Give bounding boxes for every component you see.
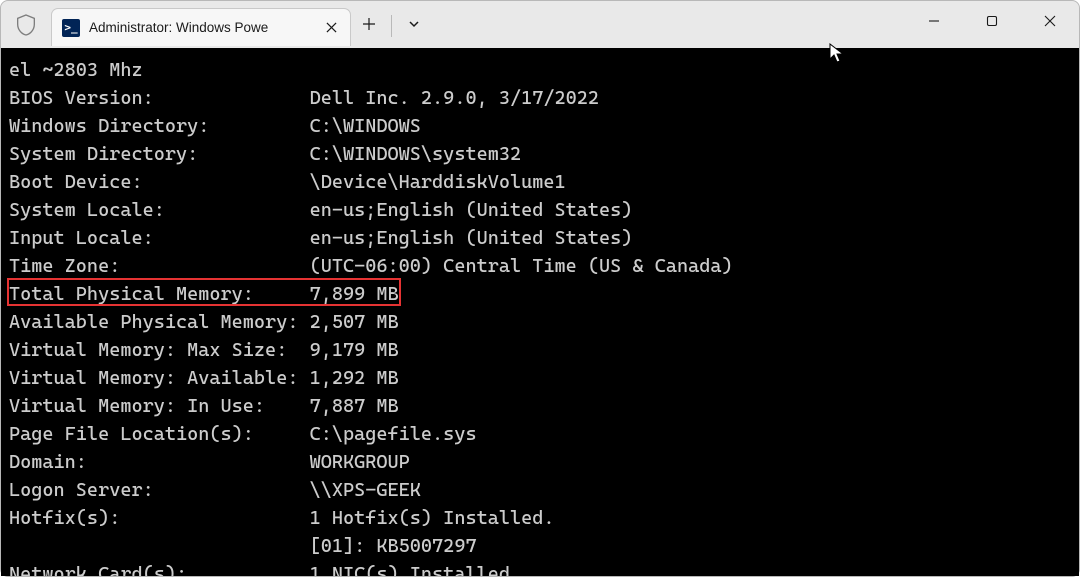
terminal-line: [01]: KB5007297: [9, 532, 1079, 560]
new-tab-button[interactable]: [351, 4, 387, 44]
terminal-line: System Directory: C:\WINDOWS\system32: [9, 140, 1079, 168]
terminal-line: System Locale: en-us;English (United Sta…: [9, 196, 1079, 224]
terminal-line: Available Physical Memory: 2,507 MB: [9, 308, 1079, 336]
terminal-line: BIOS Version: Dell Inc. 2.9.0, 3/17/2022: [9, 84, 1079, 112]
terminal-line: Page File Location(s): C:\pagefile.sys: [9, 420, 1079, 448]
tab-dropdown-button[interactable]: [396, 4, 432, 44]
terminal-window: >_ Administrator: Windows Powe el ~2803: [0, 0, 1080, 577]
terminal-line: Total Physical Memory: 7,899 MB: [9, 280, 1079, 308]
tab-active[interactable]: >_ Administrator: Windows Powe: [51, 8, 351, 46]
shield-icon: [1, 1, 51, 48]
terminal-line: Time Zone: (UTC-06:00) Central Time (US …: [9, 252, 1079, 280]
tab-separator: [391, 15, 392, 37]
minimize-button[interactable]: [905, 1, 963, 41]
tab-close-button[interactable]: [322, 19, 340, 37]
terminal-line: Boot Device: \Device\HarddiskVolume1: [9, 168, 1079, 196]
terminal-line: Virtual Memory: Available: 1,292 MB: [9, 364, 1079, 392]
close-window-button[interactable]: [1021, 1, 1079, 41]
window-controls: [905, 1, 1079, 41]
terminal-line: Virtual Memory: Max Size: 9,179 MB: [9, 336, 1079, 364]
terminal-line: Logon Server: \\XPS-GEEK: [9, 476, 1079, 504]
terminal-output[interactable]: el ~2803 MhzBIOS Version: Dell Inc. 2.9.…: [1, 48, 1079, 576]
tab-title: Administrator: Windows Powe: [89, 20, 313, 35]
terminal-line: Virtual Memory: In Use: 7,887 MB: [9, 392, 1079, 420]
terminal-line: Windows Directory: C:\WINDOWS: [9, 112, 1079, 140]
terminal-line: Hotfix(s): 1 Hotfix(s) Installed.: [9, 504, 1079, 532]
terminal-line: Input Locale: en-us;English (United Stat…: [9, 224, 1079, 252]
maximize-button[interactable]: [963, 1, 1021, 41]
terminal-line: Network Card(s): 1 NIC(s) Installed.: [9, 560, 1079, 576]
titlebar: >_ Administrator: Windows Powe: [1, 1, 1079, 48]
terminal-line: Domain: WORKGROUP: [9, 448, 1079, 476]
powershell-icon: >_: [62, 19, 80, 37]
terminal-line: el ~2803 Mhz: [9, 56, 1079, 84]
